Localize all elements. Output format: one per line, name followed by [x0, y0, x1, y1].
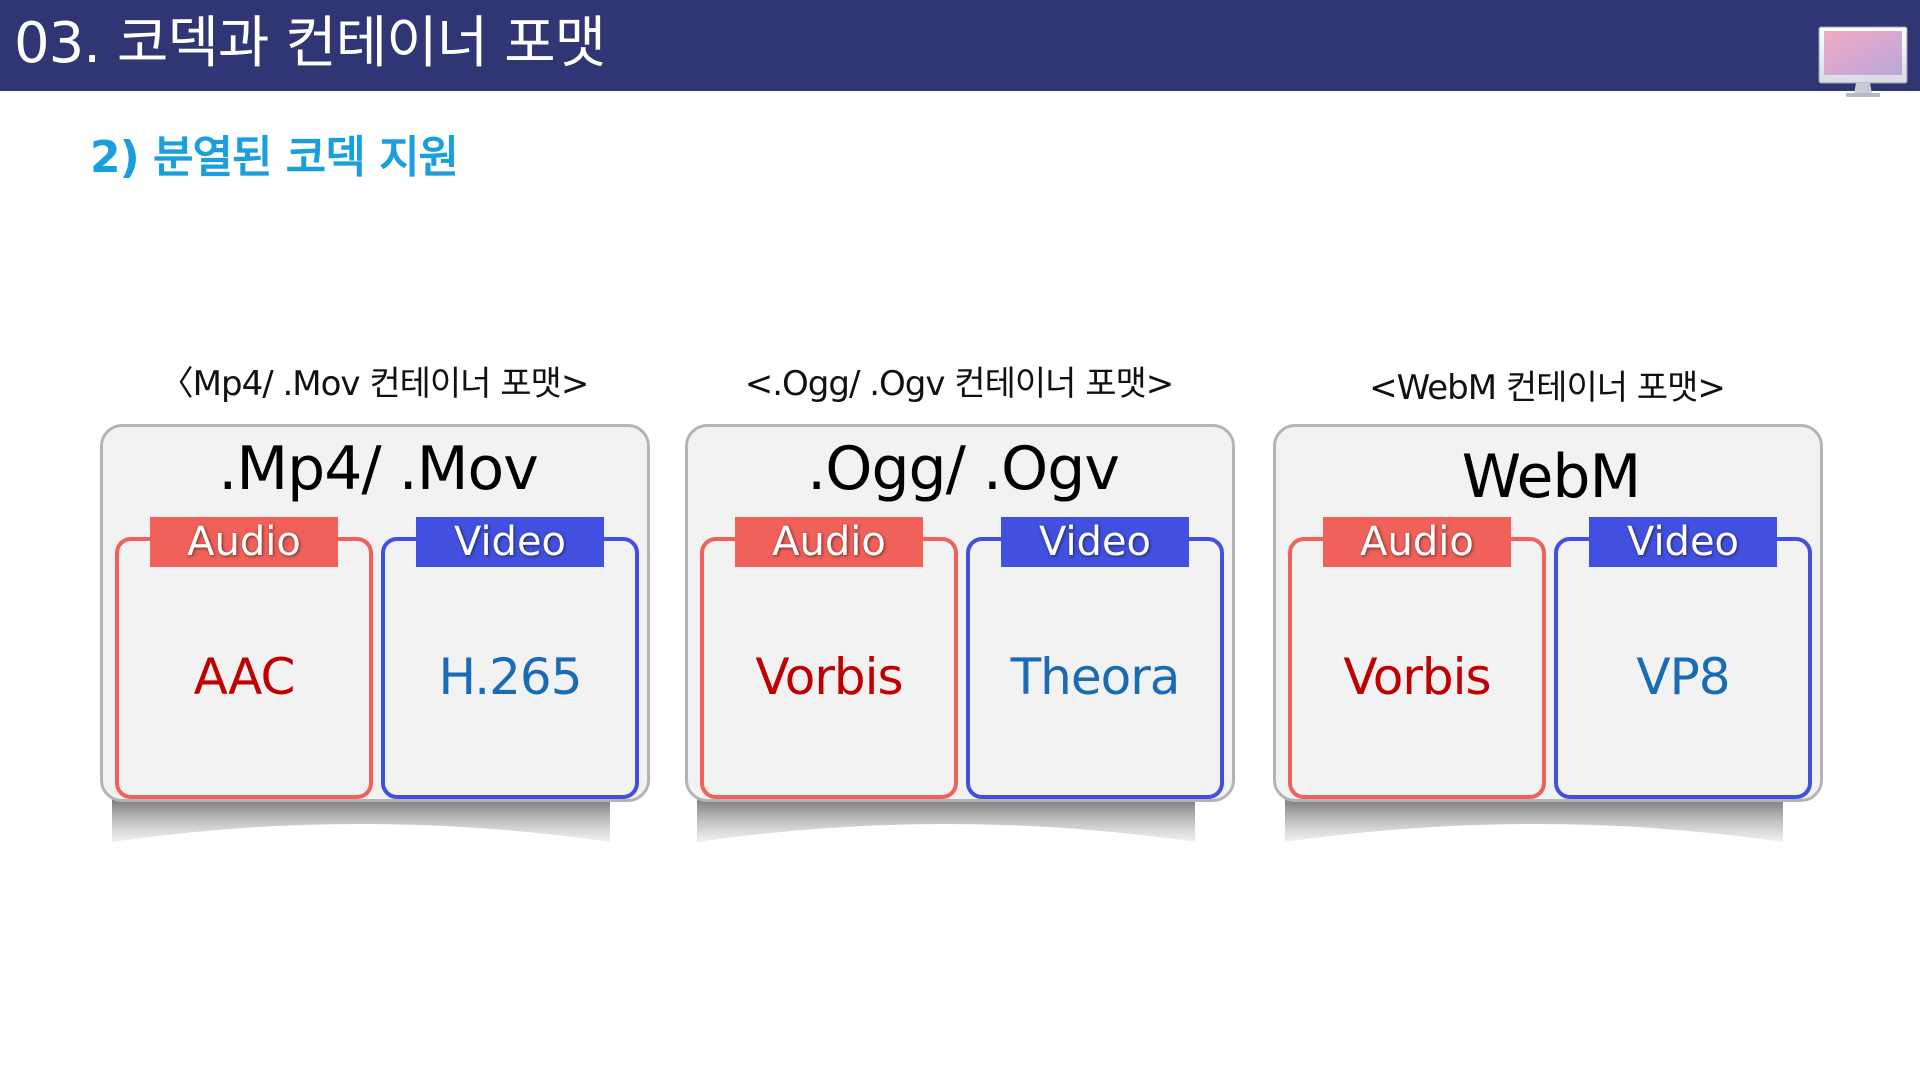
video-codec-name: VP8	[1636, 648, 1730, 706]
video-codec-name: Theora	[1010, 648, 1181, 706]
audio-codec-name: AAC	[193, 648, 296, 706]
video-tab-label: Video	[1001, 517, 1189, 567]
slide-title: 03. 코덱과 컨테이너 포맷	[14, 11, 606, 76]
container-caption-ogg: <.Ogg/ .Ogv 컨테이너 포맷>	[744, 364, 1175, 404]
container-title: WebM	[1461, 442, 1642, 512]
container-caption-webm: <WebM 컨테이너 포맷>	[1369, 368, 1726, 408]
card-shadow	[112, 796, 610, 842]
section-subtitle: 2) 분열된 코덱 지원	[90, 132, 459, 183]
container-card-ogg: .Ogg/ .Ogv Audio Vorbis Video Theora	[685, 424, 1235, 842]
video-tab-label: Video	[1589, 517, 1777, 567]
audio-codec-box: Audio AAC	[115, 517, 373, 799]
container-caption-mp4: 〈Mp4/ .Mov 컨테이너 포맷>	[159, 364, 590, 404]
audio-codec-name: Vorbis	[755, 648, 903, 706]
card-shadow	[697, 796, 1195, 842]
video-codec-box: Video Theora	[966, 517, 1224, 799]
container-card-mp4: .Mp4/ .Mov Audio AAC Video H.265	[100, 424, 650, 842]
container-title: .Ogg/ .Ogv	[807, 434, 1120, 504]
container-panel: WebM Audio Vorbis Video VP8	[1273, 424, 1823, 802]
container-panel: .Mp4/ .Mov Audio AAC Video H.265	[100, 424, 650, 802]
video-codec-box: Video H.265	[381, 517, 639, 799]
monitor-icon	[1818, 26, 1908, 97]
card-shadow	[1285, 796, 1783, 842]
video-tab-label: Video	[416, 517, 604, 567]
container-card-webm: WebM Audio Vorbis Video VP8	[1273, 424, 1823, 842]
audio-tab-label: Audio	[1323, 517, 1511, 567]
container-title: .Mp4/ .Mov	[218, 434, 538, 504]
container-panel: .Ogg/ .Ogv Audio Vorbis Video Theora	[685, 424, 1235, 802]
video-codec-box: Video VP8	[1554, 517, 1812, 799]
audio-codec-box: Audio Vorbis	[1288, 517, 1546, 799]
audio-tab-label: Audio	[735, 517, 923, 567]
slide-header: 03. 코덱과 컨테이너 포맷	[0, 0, 1920, 97]
audio-tab-label: Audio	[150, 517, 338, 567]
audio-codec-name: Vorbis	[1343, 648, 1491, 706]
audio-codec-box: Audio Vorbis	[700, 517, 958, 799]
video-codec-name: H.265	[438, 648, 582, 706]
